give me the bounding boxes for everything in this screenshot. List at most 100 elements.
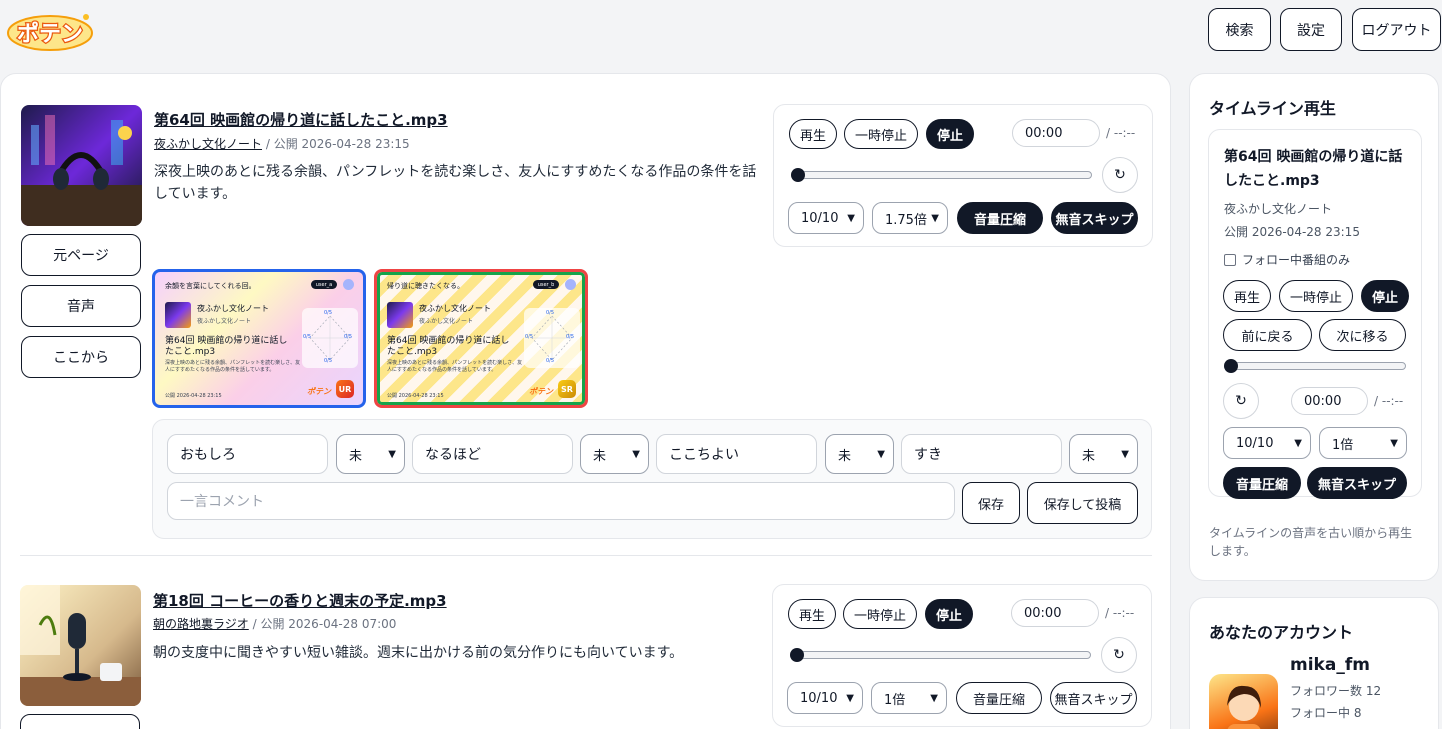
rank-badge: SR <box>558 380 576 398</box>
radar-value: 0/5 <box>546 310 555 316</box>
source-page-button[interactable] <box>20 714 140 729</box>
program-link[interactable]: 朝の路地裏ラジオ <box>153 617 249 631</box>
time-input[interactable]: 00:00 <box>1291 387 1368 415</box>
chevron-down-icon: ▼ <box>877 448 885 460</box>
avatar <box>565 279 576 290</box>
reload-icon[interactable]: ↻ <box>1102 157 1138 193</box>
chevron-down-icon: ▼ <box>846 692 854 704</box>
episode-thumbnail[interactable] <box>20 585 141 706</box>
radar-value: 0/5 <box>525 334 534 340</box>
volume-select[interactable]: 10/10 ▼ <box>788 202 864 234</box>
follow-only-checkbox[interactable]: フォロー中番組のみ <box>1224 251 1350 268</box>
source-page-button[interactable]: 元ページ <box>21 234 141 276</box>
radar-value: 0/5 <box>546 358 555 364</box>
visibility-label: / 公開 <box>265 137 298 151</box>
card-logo: ポテン <box>529 387 553 396</box>
app-logo[interactable]: ポテン <box>6 10 94 52</box>
time-input[interactable]: 00:00 <box>1012 119 1100 147</box>
save-and-post-button[interactable]: 保存して投稿 <box>1027 482 1138 524</box>
logo-text: ポテン <box>17 21 83 47</box>
next-button[interactable]: 次に移る <box>1319 319 1406 351</box>
rating-select[interactable]: 未 ▼ <box>336 434 405 474</box>
compress-button[interactable]: 音量圧縮 <box>957 202 1043 234</box>
episode-date: 2026-04-28 23:15 <box>301 137 410 151</box>
play-button[interactable]: 再生 <box>1223 280 1271 312</box>
review-card-sr[interactable]: 帰り道に聴きたくなる。 user_b 夜ふかし文化ノート 夜ふかし文化ノート 第… <box>374 269 588 408</box>
checkbox-label: フォロー中番組のみ <box>1242 253 1351 267</box>
rating-label-input[interactable]: ここちよい <box>656 434 817 474</box>
rating-label-input[interactable]: すき <box>901 434 1062 474</box>
radar-chart: 0/5 0/5 0/5 0/5 <box>302 308 358 368</box>
rating-select[interactable]: 未 ▼ <box>825 434 894 474</box>
stop-button[interactable]: 停止 <box>1361 280 1409 312</box>
speed-select[interactable]: 1.75倍 ▼ <box>872 202 948 234</box>
program-link[interactable]: 夜ふかし文化ノート <box>154 137 262 151</box>
timeline-heading: タイムライン再生 <box>1209 99 1336 118</box>
seek-bar[interactable] <box>792 171 1092 179</box>
rating-label-input[interactable]: なるほど <box>412 434 573 474</box>
pause-button[interactable]: 一時停止 <box>1279 280 1353 312</box>
speed-select[interactable]: 1倍 ▼ <box>871 682 947 714</box>
seek-bar[interactable] <box>1226 362 1406 370</box>
logout-button[interactable]: ログアウト <box>1352 8 1441 51</box>
compress-button[interactable]: 音量圧縮 <box>956 682 1042 714</box>
volume-value: 10/10 <box>800 690 838 706</box>
visibility-label: / 公開 <box>252 617 285 631</box>
chevron-down-icon: ▼ <box>930 692 938 704</box>
card-date: 公開 2026-04-28 23:15 <box>387 393 444 399</box>
reload-icon[interactable]: ↻ <box>1223 383 1259 419</box>
episode-title-link[interactable]: 第18回 コーヒーの香りと週末の予定.mp3 <box>153 590 447 611</box>
episode-thumbnail[interactable] <box>21 105 142 226</box>
compress-button[interactable]: 音量圧縮 <box>1223 467 1301 499</box>
settings-button[interactable]: 設定 <box>1280 8 1342 51</box>
seek-bar[interactable] <box>791 651 1091 659</box>
pause-button[interactable]: 一時停止 <box>843 599 917 629</box>
skip-silence-button[interactable]: 無音スキップ <box>1050 682 1137 714</box>
rating-label-input[interactable]: おもしろ <box>167 434 328 474</box>
duration-label: / --:-- <box>1374 394 1404 408</box>
seek-knob[interactable] <box>1224 359 1238 373</box>
seek-knob[interactable] <box>790 648 804 662</box>
volume-select[interactable]: 10/10 ▼ <box>787 682 863 714</box>
account-followers[interactable]: フォロワー数 12 <box>1290 682 1381 699</box>
rating-value: 未 <box>1082 448 1096 464</box>
rating-select[interactable]: 未 ▼ <box>1069 434 1138 474</box>
avatar[interactable] <box>1209 674 1278 729</box>
radar-value: 0/5 <box>566 334 575 340</box>
time-input[interactable]: 00:00 <box>1011 599 1099 627</box>
episode-title-link[interactable]: 第64回 映画館の帰り道に話したこと.mp3 <box>154 109 448 130</box>
card-caption: 余韻を言葉にしてくれる回。 <box>165 282 256 290</box>
duration-label: / --:-- <box>1105 606 1135 620</box>
chevron-down-icon: ▼ <box>1121 448 1129 460</box>
speed-select[interactable]: 1倍 ▼ <box>1319 427 1407 459</box>
account-following[interactable]: フォロー中 8 <box>1290 704 1361 721</box>
chevron-down-icon: ▼ <box>1294 437 1302 449</box>
chevron-down-icon: ▼ <box>632 448 640 460</box>
episode-description: 深夜上映のあとに残る余韻、パンフレットを読む楽しさ、友人にすすめたくなる作品の条… <box>154 164 757 202</box>
checkbox-box[interactable] <box>1224 253 1236 266</box>
search-button[interactable]: 検索 <box>1208 8 1271 51</box>
pause-button[interactable]: 一時停止 <box>844 119 918 149</box>
stop-button[interactable]: 停止 <box>926 119 974 149</box>
play-button[interactable]: 再生 <box>789 119 837 149</box>
speed-value: 1.75倍 <box>885 212 927 228</box>
stop-button[interactable]: 停止 <box>925 599 973 629</box>
skip-silence-button[interactable]: 無音スキップ <box>1051 202 1138 234</box>
play-button[interactable]: 再生 <box>788 599 836 629</box>
review-card-ur[interactable]: 余韻を言葉にしてくれる回。 user_a 夜ふかし文化ノート 夜ふかし文化ノート… <box>152 269 366 408</box>
from-here-button[interactable]: ここから <box>21 336 141 378</box>
audio-button[interactable]: 音声 <box>21 285 141 327</box>
rating-select[interactable]: 未 ▼ <box>580 434 649 474</box>
save-button[interactable]: 保存 <box>962 482 1020 524</box>
card-description: 深夜上映のあとに残る余韻、パンフレットを読む楽しさ、友人にすすめたくなる作品の条… <box>387 360 523 373</box>
timeline-date: 公開 2026-04-28 23:15 <box>1224 225 1360 239</box>
seek-knob[interactable] <box>791 168 805 182</box>
audio-player: 再生 一時停止 停止 00:00 / --:-- ↻ 10/10 ▼ 1倍 ▼ 音量… <box>772 584 1152 727</box>
volume-select[interactable]: 10/10 ▼ <box>1223 427 1311 459</box>
prev-button[interactable]: 前に戻る <box>1223 319 1312 351</box>
comment-input[interactable]: 一言コメント <box>167 482 955 520</box>
skip-silence-button[interactable]: 無音スキップ <box>1307 467 1407 499</box>
card-episode-title: 第64回 映画館の帰り道に話したこと.mp3 <box>165 336 288 357</box>
reload-icon[interactable]: ↻ <box>1101 637 1137 673</box>
avatar <box>343 279 354 290</box>
